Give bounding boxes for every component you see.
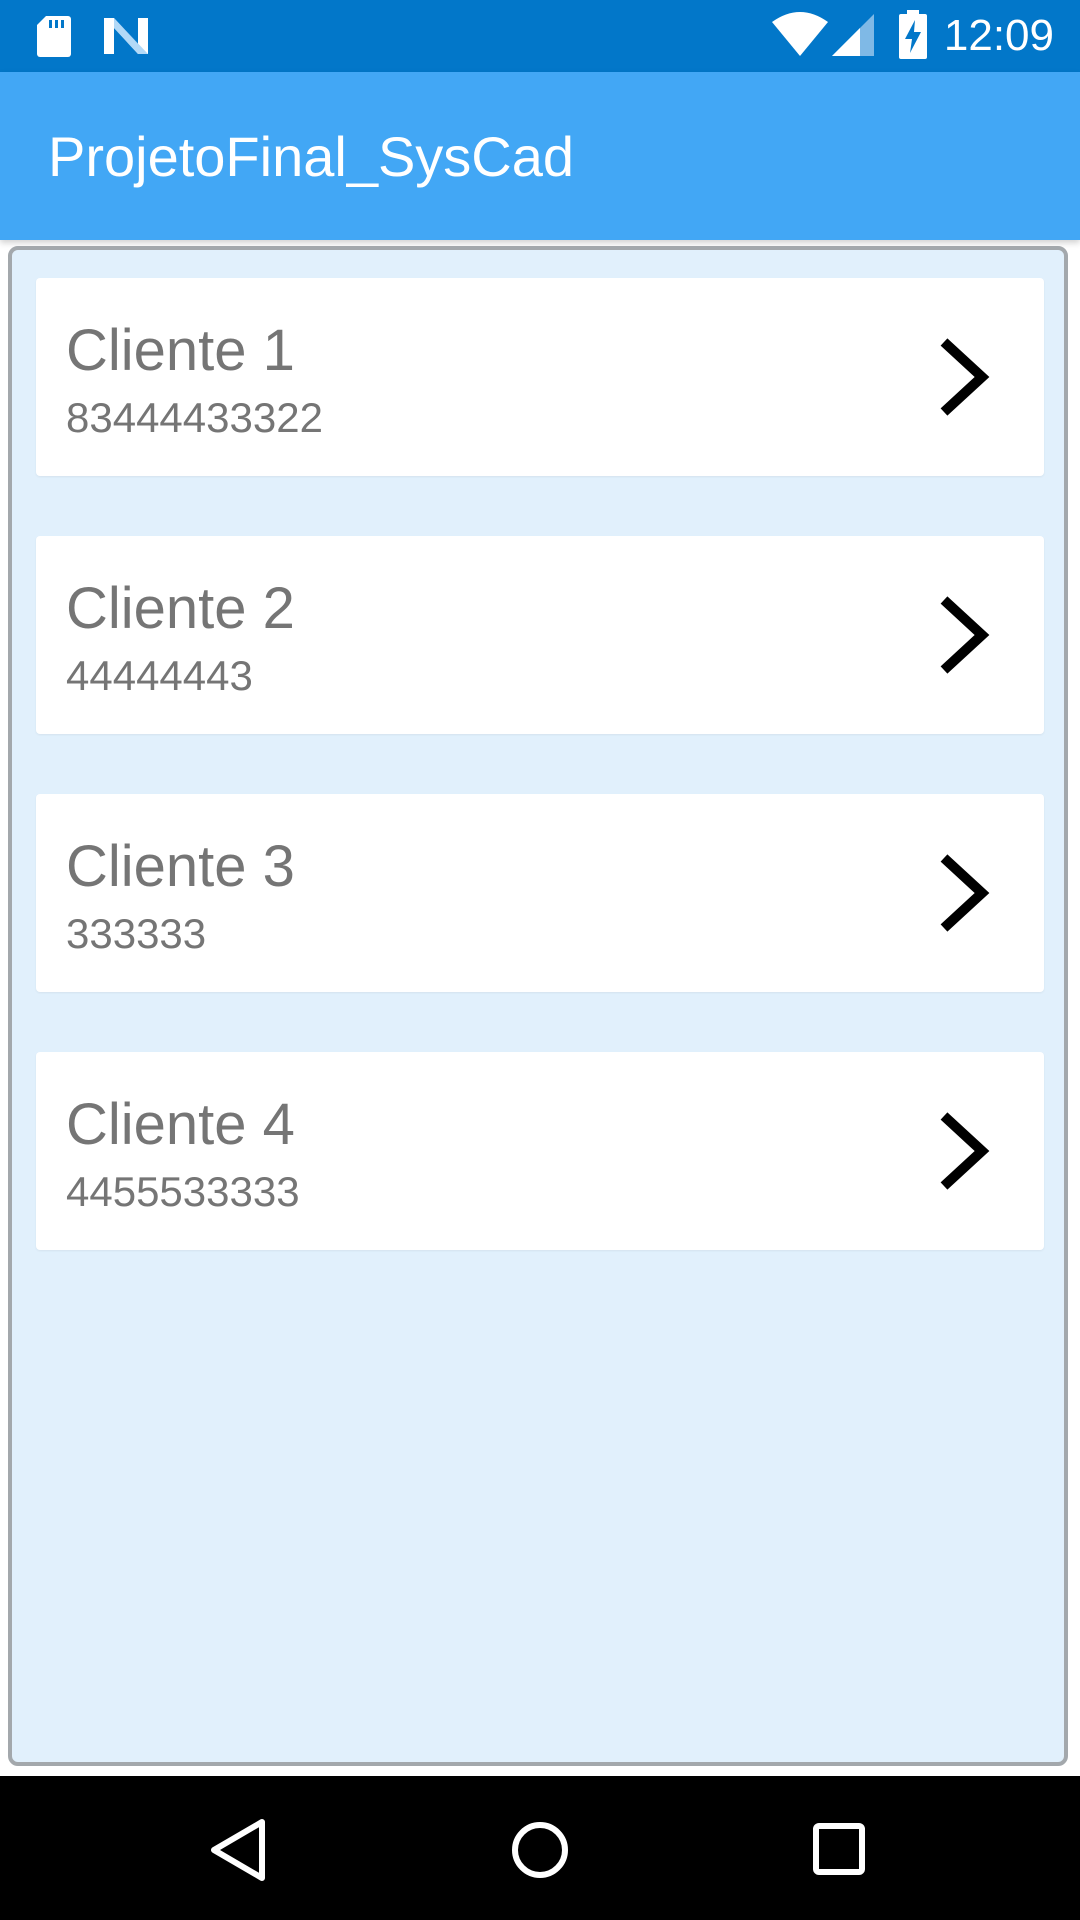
chevron-right-icon[interactable]	[936, 594, 992, 676]
home-icon[interactable]	[500, 1810, 580, 1890]
status-clock: 12:09	[943, 11, 1054, 60]
signal-icon	[832, 14, 874, 56]
sd-card-icon	[37, 16, 71, 57]
client-list-container[interactable]: Cliente 1 83444433322 Cliente 2 44444443…	[8, 246, 1068, 1766]
client-phone: 4455533333	[66, 1168, 300, 1215]
n-icon	[104, 18, 148, 54]
chevron-right-icon[interactable]	[936, 336, 992, 418]
chevron-right-icon[interactable]	[936, 852, 992, 934]
list-item-client-1[interactable]: Cliente 1 83444433322	[36, 278, 1044, 476]
chevron-right-icon[interactable]	[936, 1110, 992, 1192]
list-item-client-3[interactable]: Cliente 3 333333	[36, 794, 1044, 992]
battery-charging-icon	[899, 10, 927, 59]
list-item-client-2[interactable]: Cliente 2 44444443	[36, 536, 1044, 734]
page-title: ProjetoFinal_SysCad	[48, 125, 575, 188]
client-name: Cliente 1	[66, 318, 295, 383]
back-icon[interactable]	[200, 1810, 280, 1890]
navigation-bar	[0, 1776, 1080, 1920]
client-name: Cliente 2	[66, 576, 295, 641]
recents-icon[interactable]	[800, 1810, 880, 1890]
client-phone: 44444443	[66, 652, 253, 699]
client-list: Cliente 1 83444433322 Cliente 2 44444443…	[36, 278, 1044, 1310]
app-bar: ProjetoFinal_SysCad	[0, 72, 1080, 240]
wifi-icon	[772, 12, 828, 56]
status-bar: 12:09	[0, 0, 1080, 72]
client-phone: 333333	[66, 910, 207, 957]
client-phone: 83444433322	[66, 394, 323, 441]
client-name: Cliente 4	[66, 1092, 295, 1157]
client-name: Cliente 3	[66, 834, 295, 899]
list-item-client-4[interactable]: Cliente 4 4455533333	[36, 1052, 1044, 1250]
